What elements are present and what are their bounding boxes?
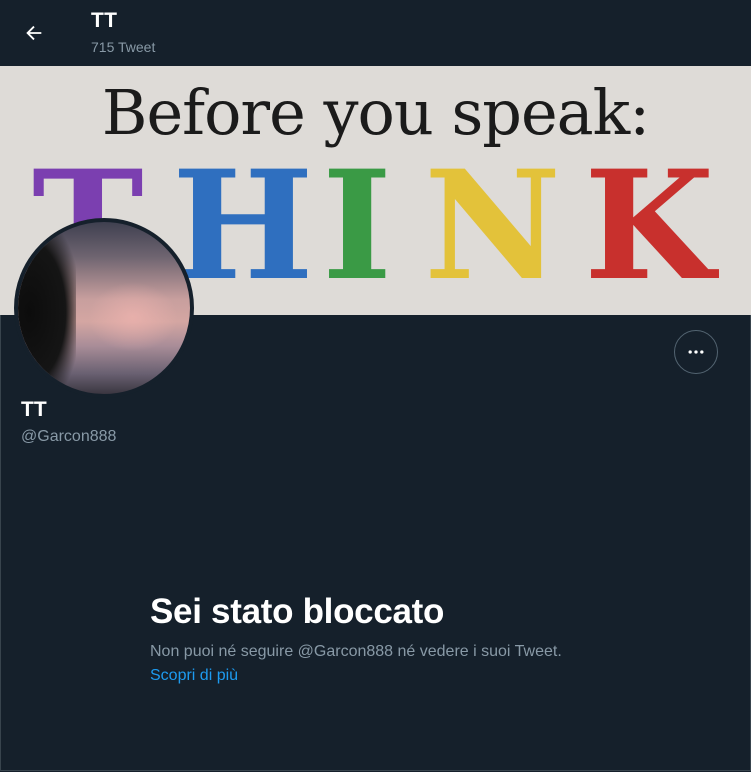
more-options-button[interactable]	[674, 330, 718, 374]
profile-header: TT 715 Tweet	[0, 0, 751, 66]
arrow-left-icon	[26, 25, 42, 41]
blocked-description: Non puoi né seguire @Garcon888 né vedere…	[150, 640, 590, 688]
banner-letter: N	[424, 138, 562, 314]
blocked-text: Non puoi né seguire @Garcon888 né vedere…	[150, 643, 562, 660]
more-dots-icon	[688, 350, 704, 354]
profile-handle: @Garcon888	[21, 428, 117, 445]
blocked-title: Sei stato bloccato	[150, 592, 445, 631]
profile-name: TT	[21, 398, 47, 421]
avatar-tree-silhouette	[18, 222, 76, 394]
banner-letter: I	[322, 138, 393, 314]
blocked-message: Sei stato bloccato Non puoi né seguire @…	[150, 590, 590, 688]
back-button[interactable]	[15, 14, 53, 52]
tweet-count: 715 Tweet	[91, 39, 156, 55]
avatar[interactable]	[14, 218, 194, 398]
banner-letter: H	[172, 138, 314, 314]
banner-letter: K	[584, 138, 715, 314]
header-title: TT	[91, 9, 118, 32]
learn-more-link[interactable]: Scopri di più	[150, 667, 238, 684]
avatar-sky-streak	[88, 282, 178, 352]
